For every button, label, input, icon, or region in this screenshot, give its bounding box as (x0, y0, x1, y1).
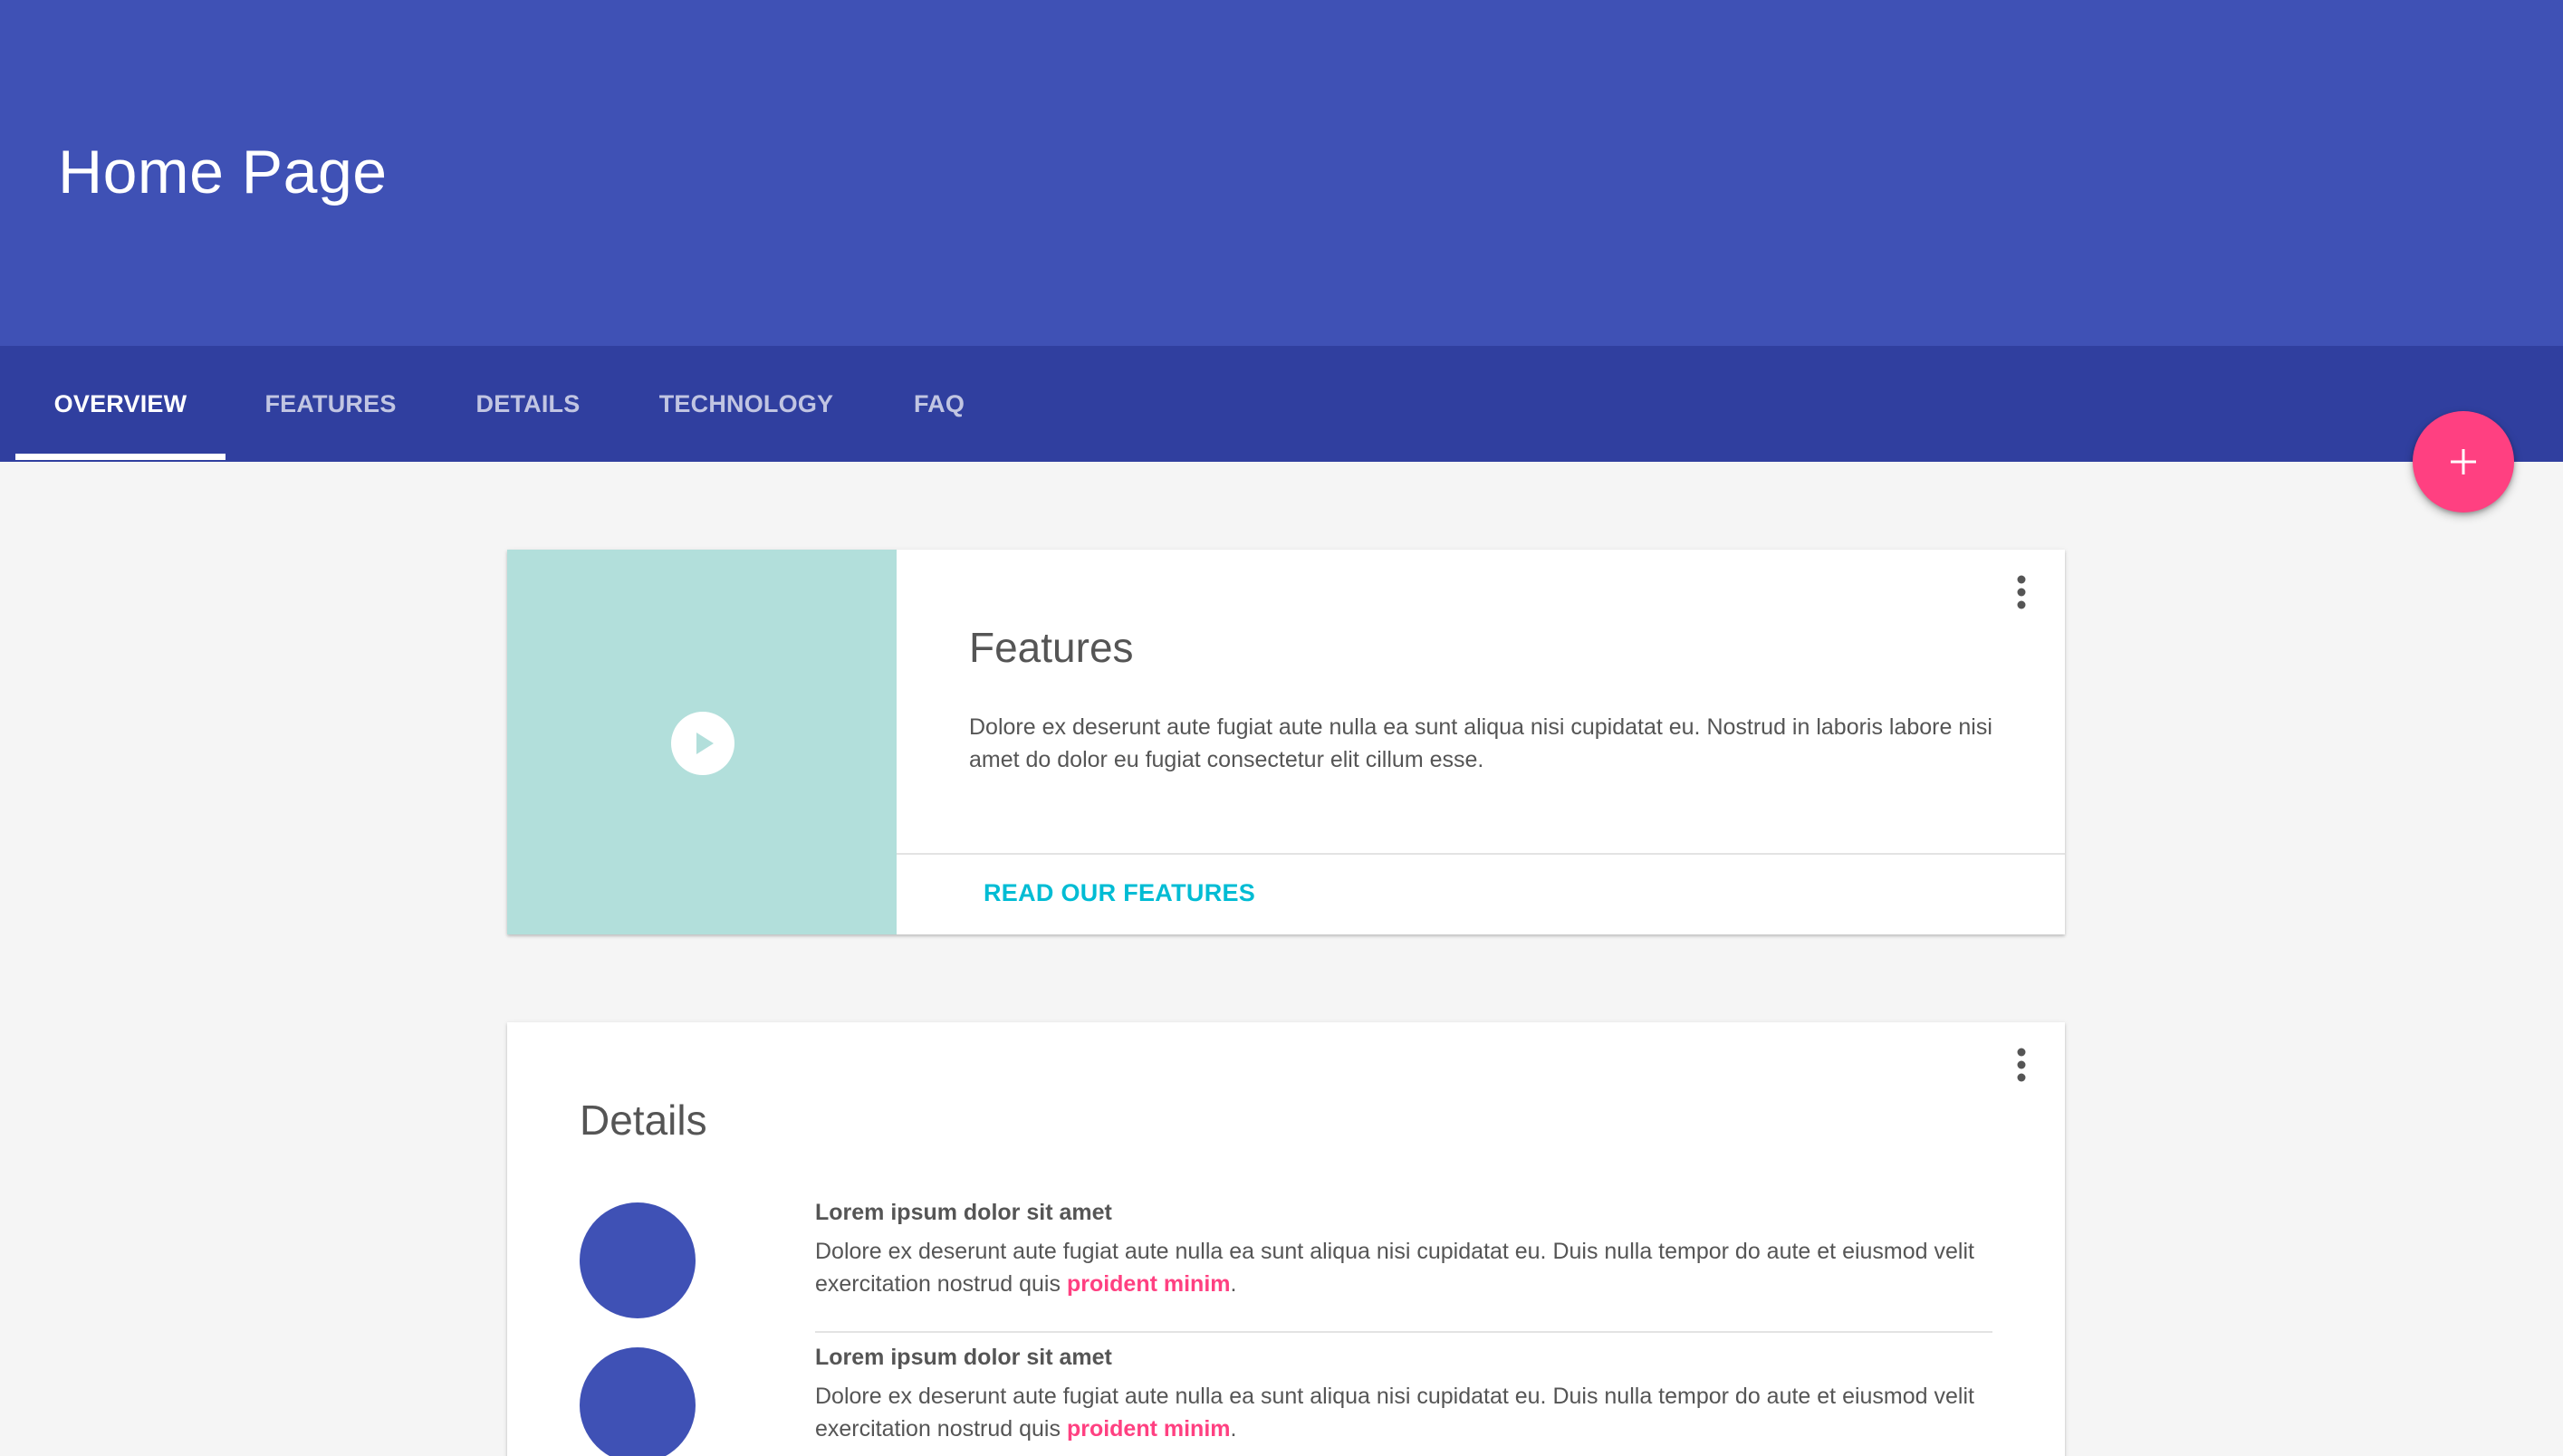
list-item-title: Lorem ipsum dolor sit amet (815, 1345, 1112, 1370)
features-media (507, 550, 897, 934)
tab-faq[interactable]: FAQ (892, 346, 986, 462)
tab-overview[interactable]: OVERVIEW (15, 346, 226, 462)
plus-icon (2451, 449, 2476, 474)
page: Home Page OVERVIEW FEATURES DETAILS TECH… (0, 0, 2563, 1456)
read-features-button[interactable]: READ OUR FEATURES (984, 879, 1255, 907)
page-title: Home Page (58, 138, 388, 206)
features-title: Features (969, 624, 1134, 671)
details-card: Details Lorem ipsum dolor sit amet Dolor… (507, 1022, 2065, 1456)
avatar (580, 1202, 696, 1318)
play-icon[interactable] (670, 711, 735, 776)
list-item-text: Dolore ex deserunt aute fugiat aute null… (815, 1384, 1974, 1442)
more-vert-icon[interactable] (2003, 1043, 2040, 1087)
details-title: Details (580, 1097, 707, 1144)
card-divider (897, 853, 2065, 855)
active-tab-indicator (15, 454, 226, 460)
tab-bar: OVERVIEW FEATURES DETAILS TECHNOLOGY FAQ (0, 346, 2563, 462)
list-item-title: Lorem ipsum dolor sit amet (815, 1200, 1112, 1225)
add-button[interactable] (2413, 411, 2514, 512)
features-card: Features Dolore ex deserunt aute fugiat … (507, 550, 2065, 934)
tab-technology[interactable]: TECHNOLOGY (636, 346, 857, 462)
tab-details[interactable]: DETAILS (456, 346, 600, 462)
features-description: Dolore ex deserunt aute fugiat aute null… (969, 714, 1992, 772)
list-divider (815, 1331, 1992, 1333)
more-vert-icon[interactable] (2003, 570, 2040, 614)
list-item-link[interactable]: proident minim (1067, 1271, 1231, 1297)
list-item-link[interactable]: proident minim (1067, 1416, 1231, 1442)
app-header: Home Page (0, 0, 2563, 346)
tab-features[interactable]: FEATURES (246, 346, 415, 462)
avatar (580, 1347, 696, 1456)
list-item-text: Dolore ex deserunt aute fugiat aute null… (815, 1239, 1974, 1297)
